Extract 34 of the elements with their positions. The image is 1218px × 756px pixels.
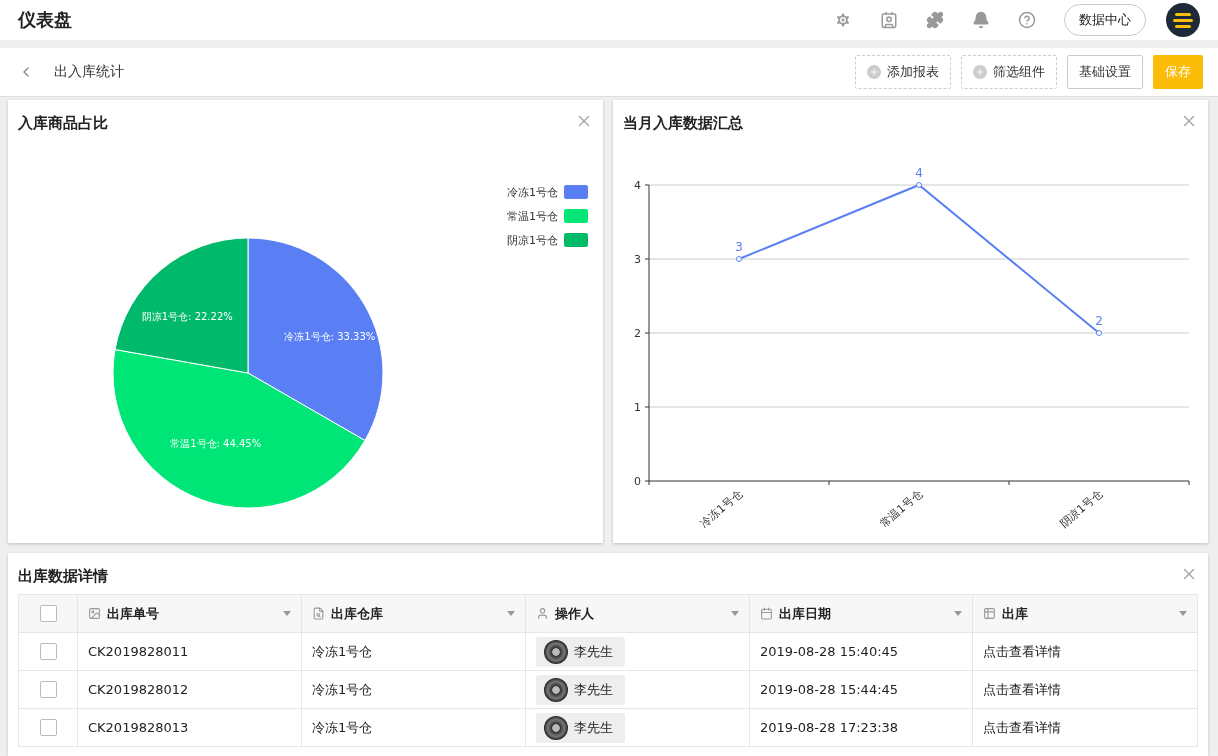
card-title: 出库数据详情 xyxy=(18,567,108,586)
x-tick-label: 冷冻1号仓 xyxy=(697,487,745,531)
slice-label: 常温1号仓: 44.45% xyxy=(170,437,262,449)
y-tick-label: 0 xyxy=(634,475,641,488)
card-title: 当月入库数据汇总 xyxy=(623,114,743,133)
legend-label: 冷冻1号仓 xyxy=(507,186,558,199)
table-cell: CK2019828012 xyxy=(78,671,302,708)
user-chip: 李先生 xyxy=(536,674,625,705)
table-cell: 冷冻1号仓 xyxy=(302,709,526,746)
data-label: 2 xyxy=(1095,314,1103,328)
y-tick-label: 1 xyxy=(634,401,641,414)
y-tick-label: 4 xyxy=(634,179,641,192)
x-tick-label: 阴凉1号仓 xyxy=(1057,487,1105,531)
table-cell: CK2019828013 xyxy=(78,709,302,746)
table-cell: 冷冻1号仓 xyxy=(302,633,526,670)
legend-label: 常温1号仓 xyxy=(507,210,558,223)
table-cell: 2019-08-28 17:23:38 xyxy=(750,709,973,746)
data-label: 4 xyxy=(915,166,923,180)
y-tick-label: 2 xyxy=(634,327,641,340)
table-cell: 2019-08-28 15:44:45 xyxy=(750,671,973,708)
data-label: 3 xyxy=(735,240,743,254)
table-cell: 2019-08-28 15:40:45 xyxy=(750,633,973,670)
page-title: 仪表盘 xyxy=(18,8,73,32)
section-title: 出入库统计 xyxy=(54,63,125,81)
slice-label: 阴凉1号仓: 22.22% xyxy=(141,311,233,323)
user-chip: 李先生 xyxy=(536,636,625,667)
legend-label: 阴凉1号仓 xyxy=(507,234,558,247)
table-cell: CK2019828011 xyxy=(78,633,302,670)
card-title: 入库商品占比 xyxy=(18,114,108,133)
user-chip: 李先生 xyxy=(536,712,625,743)
y-tick-label: 3 xyxy=(634,253,641,266)
slice-label: 冷冻1号仓: 33.33% xyxy=(284,330,376,342)
x-tick-label: 常温1号仓 xyxy=(877,487,925,531)
table-cell: 冷冻1号仓 xyxy=(302,671,526,708)
